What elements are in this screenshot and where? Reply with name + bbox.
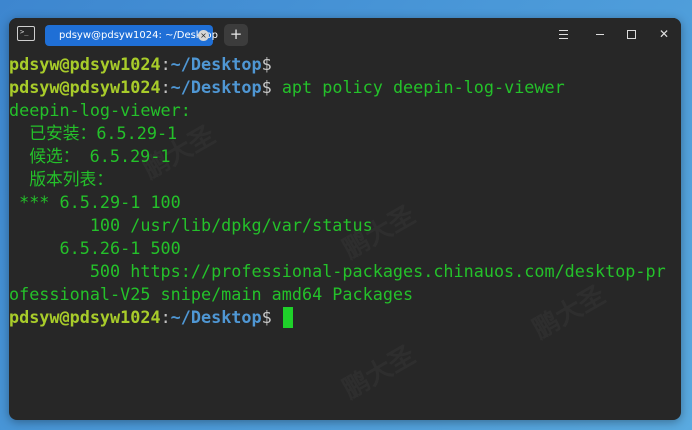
watermark: 鹏大圣 <box>525 275 611 346</box>
terminal-icon[interactable]: >_ <box>17 26 35 41</box>
output-line: 已安装：6.5.29-1 <box>9 123 178 143</box>
prompt-line: pdsyw@pdsyw1024:~/Desktop$ apt policy de… <box>9 77 565 97</box>
terminal-window: >_ pdsyw@pdsyw1024: ~/Desktop × + ✕ 鹏大圣 … <box>9 18 681 420</box>
output-line: 候选： 6.5.29-1 <box>9 146 171 166</box>
maximize-icon[interactable] <box>623 26 639 42</box>
output-line: deepin-log-viewer: <box>9 100 191 120</box>
text-cursor <box>282 307 293 328</box>
output-line: *** 6.5.29-1 100 <box>9 192 181 212</box>
output-line: 版本列表： <box>9 169 114 189</box>
output-line: 6.5.26-1 500 <box>9 238 181 258</box>
tab-close-icon[interactable]: × <box>198 30 209 41</box>
tab-label: pdsyw@pdsyw1024: ~/Desktop <box>59 30 218 41</box>
command-text: apt policy deepin-log-viewer <box>271 77 565 97</box>
add-tab-button[interactable]: + <box>224 24 248 46</box>
output-line: ofessional-V25 snipe/main amd64 Packages <box>9 284 414 304</box>
output-line: 100 /usr/lib/dpkg/var/status <box>9 215 373 235</box>
prompt-line: pdsyw@pdsyw1024:~/Desktop$ <box>9 54 272 74</box>
watermark: 鹏大圣 <box>335 335 421 406</box>
title-bar: >_ pdsyw@pdsyw1024: ~/Desktop × + ✕ <box>9 18 681 52</box>
minimize-icon[interactable] <box>592 26 608 42</box>
terminal-output[interactable]: 鹏大圣 鹏大圣 鹏大圣 鹏大圣 pdsyw@pdsyw1024:~/Deskto… <box>9 52 681 420</box>
menu-icon[interactable] <box>555 26 571 42</box>
close-icon[interactable]: ✕ <box>656 26 672 42</box>
output-line: 500 https://professional-packages.chinau… <box>9 261 666 281</box>
tab-desktop[interactable]: pdsyw@pdsyw1024: ~/Desktop × <box>45 25 218 46</box>
prompt-line: pdsyw@pdsyw1024:~/Desktop$ <box>9 306 293 329</box>
